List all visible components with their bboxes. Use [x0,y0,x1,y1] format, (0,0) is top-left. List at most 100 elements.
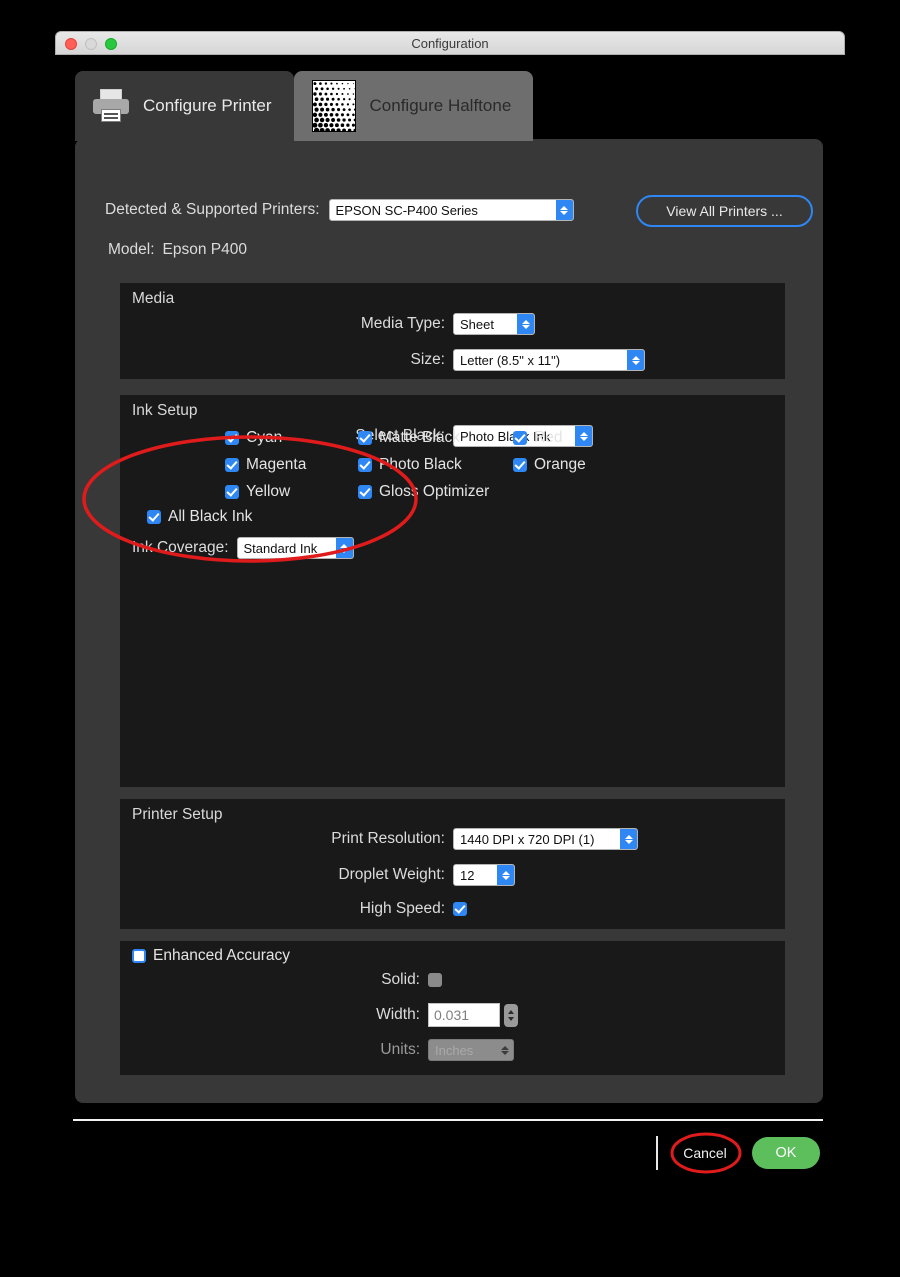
traffic-light-group [65,38,117,50]
droplet-weight-value: 12 [460,867,475,883]
printer-setup-group-title: Printer Setup [132,806,223,823]
ink-channel-red[interactable]: Red [513,429,586,447]
chevron-updown-icon[interactable] [497,865,514,885]
droplet-weight-select[interactable]: 12 [453,864,515,886]
footer-button-bar: Cancel OK [656,1136,820,1170]
printer-setup-group: Printer Setup Print Resolution: 1440 DPI… [120,799,785,929]
ink-coverage-select[interactable]: Standard Ink [236,537,354,559]
printer-icon [93,89,129,123]
ink-channel-photo-black[interactable]: Photo Black [358,456,513,474]
ink-channel-gloss-optimizer[interactable]: Gloss Optimizer [358,483,513,501]
chevron-updown-icon[interactable] [517,314,534,334]
halftone-svg [312,81,355,131]
halftone-pattern-icon [311,80,356,132]
window-titlebar: Configuration [55,31,845,55]
size-row: Size: Letter (8.5" x 11") [305,349,645,371]
enhanced-accuracy-group: Enhanced Accuracy Solid: Width: Units: I… [120,941,785,1075]
width-label: Width: [376,1006,420,1023]
enhanced-accuracy-label: Enhanced Accuracy [153,947,291,964]
high-speed-label: High Speed: [359,900,445,917]
all-black-ink-label: All Black Ink [168,508,253,525]
solid-label: Solid: [381,971,420,988]
cancel-button[interactable]: Cancel [672,1138,738,1168]
size-select[interactable]: Letter (8.5" x 11") [453,349,645,371]
ink-channel-yellow[interactable]: Yellow [225,483,358,501]
high-speed-checkbox[interactable] [453,902,467,916]
detected-printers-row: Detected & Supported Printers: EPSON SC-… [105,199,574,221]
ink-channel-checkbox[interactable] [225,457,239,472]
width-input[interactable] [428,1003,500,1027]
tab-configure-halftone[interactable]: Configure Halftone [293,71,534,141]
tab-configure-halftone-label: Configure Halftone [369,96,512,115]
units-label: Units: [380,1041,420,1058]
media-type-label: Media Type: [360,315,445,332]
solid-row: Solid: [330,971,442,989]
enhanced-accuracy-checkbox[interactable] [132,949,146,963]
maximize-window-button[interactable] [105,38,117,50]
ink-channel-cyan[interactable]: Cyan [225,429,358,447]
window-title: Configuration [411,35,489,51]
media-type-value: Sheet [460,316,494,332]
print-resolution-label: Print Resolution: [331,830,445,847]
detected-printers-select[interactable]: EPSON SC-P400 Series [328,199,574,221]
units-row: Units: Inches [330,1039,514,1061]
media-group-title: Media [132,290,175,307]
units-select[interactable]: Inches [428,1039,514,1061]
model-value: Epson P400 [162,241,247,258]
print-resolution-row: Print Resolution: 1440 DPI x 720 DPI (1) [270,828,638,850]
chevron-updown-icon[interactable] [335,538,353,558]
ink-channel-checkbox[interactable] [225,430,239,445]
tab-configure-printer[interactable]: Configure Printer [75,71,294,141]
model-row: Model: Epson P400 [108,241,247,259]
view-all-printers-button[interactable]: View All Printers ... [636,195,813,227]
high-speed-row: High Speed: [270,900,467,918]
ink-channel-label: Matte Black [379,428,460,446]
tab-bar: Configure Printer Configure Halftone [75,71,534,141]
ink-channel-checkbox[interactable] [358,430,372,445]
ink-channel-checkbox[interactable] [358,484,372,499]
ink-channel-label: Orange [534,455,586,473]
ink-coverage-value: Standard Ink [243,540,318,556]
ink-channel-checkbox[interactable] [513,457,527,472]
chevron-updown-icon[interactable] [555,200,573,220]
width-stepper[interactable] [504,1003,518,1027]
ink-coverage-row: Ink Coverage: Standard Ink [132,537,354,559]
solid-checkbox[interactable] [428,973,442,987]
print-resolution-select[interactable]: 1440 DPI x 720 DPI (1) [453,828,638,850]
ink-setup-group-title: Ink Setup [132,402,198,419]
all-black-ink-row[interactable]: All Black Ink [147,508,252,526]
footer-divider [73,1119,823,1121]
chevron-updown-icon [496,1040,513,1060]
ink-channel-label: Red [534,428,563,446]
ink-channel-label: Cyan [246,428,283,446]
all-black-ink-checkbox[interactable] [147,510,161,524]
droplet-weight-row: Droplet Weight: 12 [270,864,515,886]
button-bar-separator [656,1136,658,1170]
close-window-button[interactable] [65,38,77,50]
detected-printers-label: Detected & Supported Printers: [105,201,320,218]
tab-configure-printer-label: Configure Printer [143,96,272,115]
size-value: Letter (8.5" x 11") [460,352,561,368]
media-type-select[interactable]: Sheet [453,313,535,335]
width-field-group[interactable] [428,1003,518,1027]
ink-channel-label: Photo Black [379,455,462,473]
ink-channel-label: Yellow [246,482,291,500]
detected-printers-value: EPSON SC-P400 Series [335,202,478,218]
units-value: Inches [435,1042,474,1058]
configure-printer-panel: Detected & Supported Printers: EPSON SC-… [75,139,823,1103]
ink-channel-orange[interactable]: Orange [513,456,586,474]
ink-channel-label: Magenta [246,455,307,473]
model-label: Model: [108,241,155,258]
chevron-updown-icon[interactable] [620,829,637,849]
ink-channel-magenta[interactable]: Magenta [225,456,358,474]
chevron-updown-icon[interactable] [627,350,644,370]
configuration-window: Configuration Configure Printer Configur… [55,31,845,1191]
ink-channel-matte-black[interactable]: Matte Black [358,429,513,447]
ink-channel-checkbox[interactable] [358,457,372,472]
minimize-window-button[interactable] [85,38,97,50]
enhanced-accuracy-row[interactable]: Enhanced Accuracy [132,947,290,965]
ink-channel-checkbox[interactable] [513,430,527,445]
ink-channel-checkbox[interactable] [225,484,239,499]
ok-button[interactable]: OK [752,1137,820,1169]
ink-coverage-label: Ink Coverage: [132,539,229,556]
